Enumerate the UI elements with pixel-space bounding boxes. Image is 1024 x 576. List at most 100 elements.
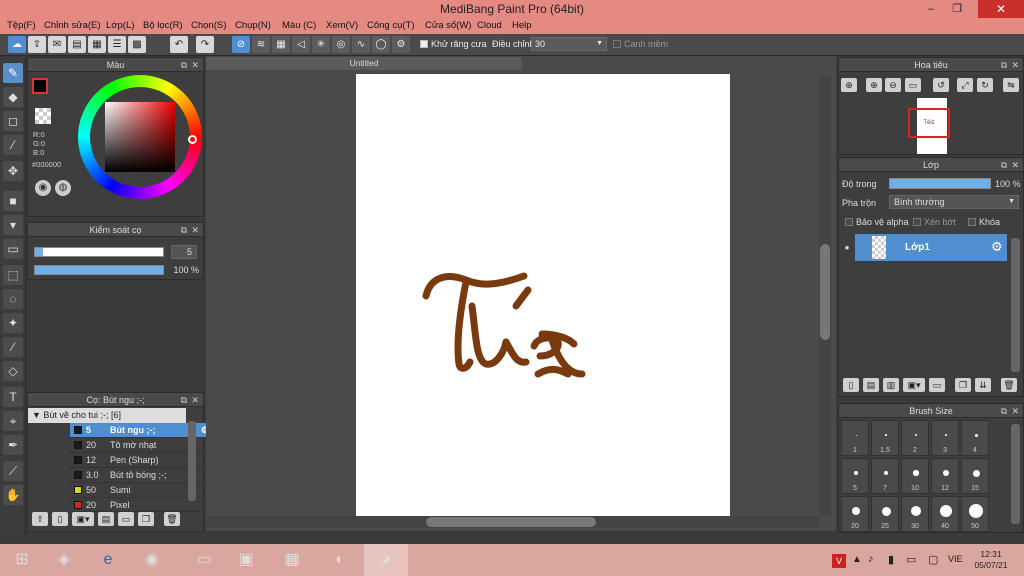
brush-size-cell[interactable]: 20 [841, 496, 869, 532]
layer-row[interactable]: Lớp1 ⚙ [855, 234, 1007, 261]
layer-opacity-slider[interactable] [889, 178, 991, 189]
brush-size-cell[interactable]: 12 [931, 458, 959, 494]
snap-grid-icon[interactable]: ▦ [272, 36, 290, 53]
antialias-checkbox[interactable]: Khử răng cưa [420, 39, 487, 49]
size-value[interactable]: 5 [171, 245, 197, 259]
blur-tool-icon[interactable]: ⁄ [3, 135, 23, 155]
new-layer-icon[interactable]: ▯ [843, 378, 859, 392]
eyedropper-icon[interactable]: ⟋ [3, 461, 23, 481]
add-layer-menu-icon[interactable]: ▣▾ [903, 378, 925, 392]
upload-icon[interactable]: ⇧ [32, 512, 48, 526]
medibang-icon[interactable]: ◕ [364, 544, 408, 576]
brush-settings-icon[interactable]: ▤ [98, 512, 114, 526]
trash-icon[interactable]: 🗑 [1001, 378, 1017, 392]
lasso-icon[interactable]: ◌ [3, 289, 23, 309]
clock[interactable]: 12:31 05/07/21 [970, 549, 1012, 571]
blend-select[interactable]: Bình thường ▼ [889, 195, 1019, 209]
maximize-button[interactable]: ❐ [952, 0, 962, 18]
snap-off-icon[interactable]: ⊘ [232, 36, 250, 53]
add-brush-icon[interactable]: ▣▾ [72, 512, 94, 526]
magic-wand-icon[interactable]: ✦ [3, 313, 23, 333]
settings-icon[interactable]: ⚙ [392, 36, 410, 53]
pen-tool-icon[interactable]: ✒ [3, 435, 23, 455]
page-icon[interactable]: ▦ [88, 36, 106, 53]
fit-window-icon[interactable]: ▭ [905, 78, 921, 92]
list-icon[interactable]: ☰ [108, 36, 126, 53]
brush-group[interactable]: ▼ Bút vẽ cho tui ;-; [6] [28, 408, 186, 423]
move-tool-icon[interactable]: ✥ [3, 161, 23, 181]
popout-icon[interactable]: ⧉ [1001, 404, 1007, 418]
brush-list-scrollbar[interactable] [188, 421, 196, 501]
zoom-fit-icon[interactable]: ⊕ [841, 78, 857, 92]
select-pen-icon[interactable]: ⁄ [3, 337, 23, 357]
popout-icon[interactable]: ⧉ [181, 393, 187, 407]
brush-size-cell[interactable]: 1.5 [871, 420, 899, 456]
snap-circle-icon[interactable]: ◎ [332, 36, 350, 53]
document-tab[interactable]: Untitled [206, 57, 522, 70]
folder-icon[interactable]: ▭ [929, 378, 945, 392]
palette-add-icon[interactable]: ◍ [55, 180, 71, 196]
chrome-icon[interactable]: ◉ [130, 544, 174, 576]
internet-explorer-icon[interactable]: e [86, 544, 130, 576]
message-icon[interactable]: ▤ [68, 36, 86, 53]
popout-icon[interactable]: ⧉ [1001, 58, 1007, 72]
menu-view[interactable]: Xem(V) [326, 20, 358, 31]
redo-icon[interactable]: ↷ [196, 36, 214, 53]
close-icon[interactable]: ✕ [1011, 404, 1019, 418]
transparent-swatch[interactable] [35, 108, 51, 124]
volume-icon[interactable]: ♪ [868, 553, 874, 565]
snap-curve-icon[interactable]: ∿ [352, 36, 370, 53]
language-indicator[interactable]: VIE [948, 554, 963, 564]
new-halftone-layer-icon[interactable]: ▤ [863, 378, 879, 392]
menu-edit[interactable]: Chỉnh sửa(E) [44, 20, 101, 31]
brush-size-cell[interactable]: 7 [871, 458, 899, 494]
snap-checkbox[interactable]: Canh mềm [613, 39, 668, 49]
saturation-square[interactable] [105, 102, 175, 172]
horizontal-scrollbar[interactable] [206, 516, 818, 528]
menu-color[interactable]: Màu (C) [282, 20, 316, 31]
layer-scrollbar[interactable] [1011, 238, 1020, 372]
size-slider[interactable] [34, 247, 164, 257]
menu-capture[interactable]: Chụp(N) [235, 20, 271, 31]
menu-cloud[interactable]: Cloud [477, 20, 502, 31]
file-explorer-icon[interactable]: ▭ [182, 544, 226, 576]
close-button[interactable]: ✕ [978, 0, 1024, 18]
menu-select[interactable]: Chọn(S) [191, 20, 226, 31]
windows-start-icon[interactable]: ⊞ [0, 544, 44, 576]
brush-size-cell[interactable]: 5 [841, 458, 869, 494]
share-icon[interactable]: ⇪ [28, 36, 46, 53]
rotate-left-icon[interactable]: ↺ [933, 78, 949, 92]
close-icon[interactable]: ✕ [191, 393, 199, 407]
network-icon[interactable]: ▮ [888, 553, 894, 566]
hand-tool-icon[interactable]: ✋ [3, 485, 23, 505]
menu-file[interactable]: Tệp(F) [7, 20, 36, 31]
adjust-select[interactable]: 30 ▼ [531, 37, 607, 51]
canvas-paper[interactable]: Téiz [356, 74, 730, 516]
app-icon[interactable]: ▦ [270, 544, 314, 576]
reset-view-icon[interactable]: ⤢ [957, 78, 973, 92]
brush-size-cell[interactable]: 10 [901, 458, 929, 494]
rotate-right-icon[interactable]: ↻ [977, 78, 993, 92]
snap-parallel-icon[interactable]: ≋ [252, 36, 270, 53]
rectangle-tool-icon[interactable]: ■ [3, 191, 23, 211]
brush-size-cell[interactable]: 2 [901, 420, 929, 456]
brush-size-cell[interactable]: 30 [901, 496, 929, 532]
comment-icon[interactable]: ✉ [48, 36, 66, 53]
snap-ellipse-icon[interactable]: ◯ [372, 36, 390, 53]
popout-icon[interactable]: ⧉ [181, 58, 187, 72]
vertical-scroll-thumb[interactable] [820, 244, 830, 340]
battery-icon[interactable]: ▭ [906, 553, 916, 566]
opacity-slider[interactable] [34, 265, 164, 275]
new-brush-icon[interactable]: ▯ [52, 512, 68, 526]
eraser-tool-icon[interactable]: ◆ [3, 87, 23, 107]
notification-icon[interactable]: ▢ [928, 553, 938, 566]
brush-size-cell[interactable]: 25 [871, 496, 899, 532]
hue-handle[interactable] [188, 135, 197, 144]
divide-tool-icon[interactable]: ⌖ [3, 411, 23, 431]
close-icon[interactable]: ✕ [1011, 158, 1019, 172]
zoom-in-icon[interactable]: ⊕ [866, 78, 882, 92]
garena-icon[interactable]: ◐ [318, 544, 362, 576]
palette-icon[interactable]: ◉ [35, 180, 51, 196]
merge-down-icon[interactable]: ⇊ [975, 378, 991, 392]
zoom-out-icon[interactable]: ⊖ [885, 78, 901, 92]
